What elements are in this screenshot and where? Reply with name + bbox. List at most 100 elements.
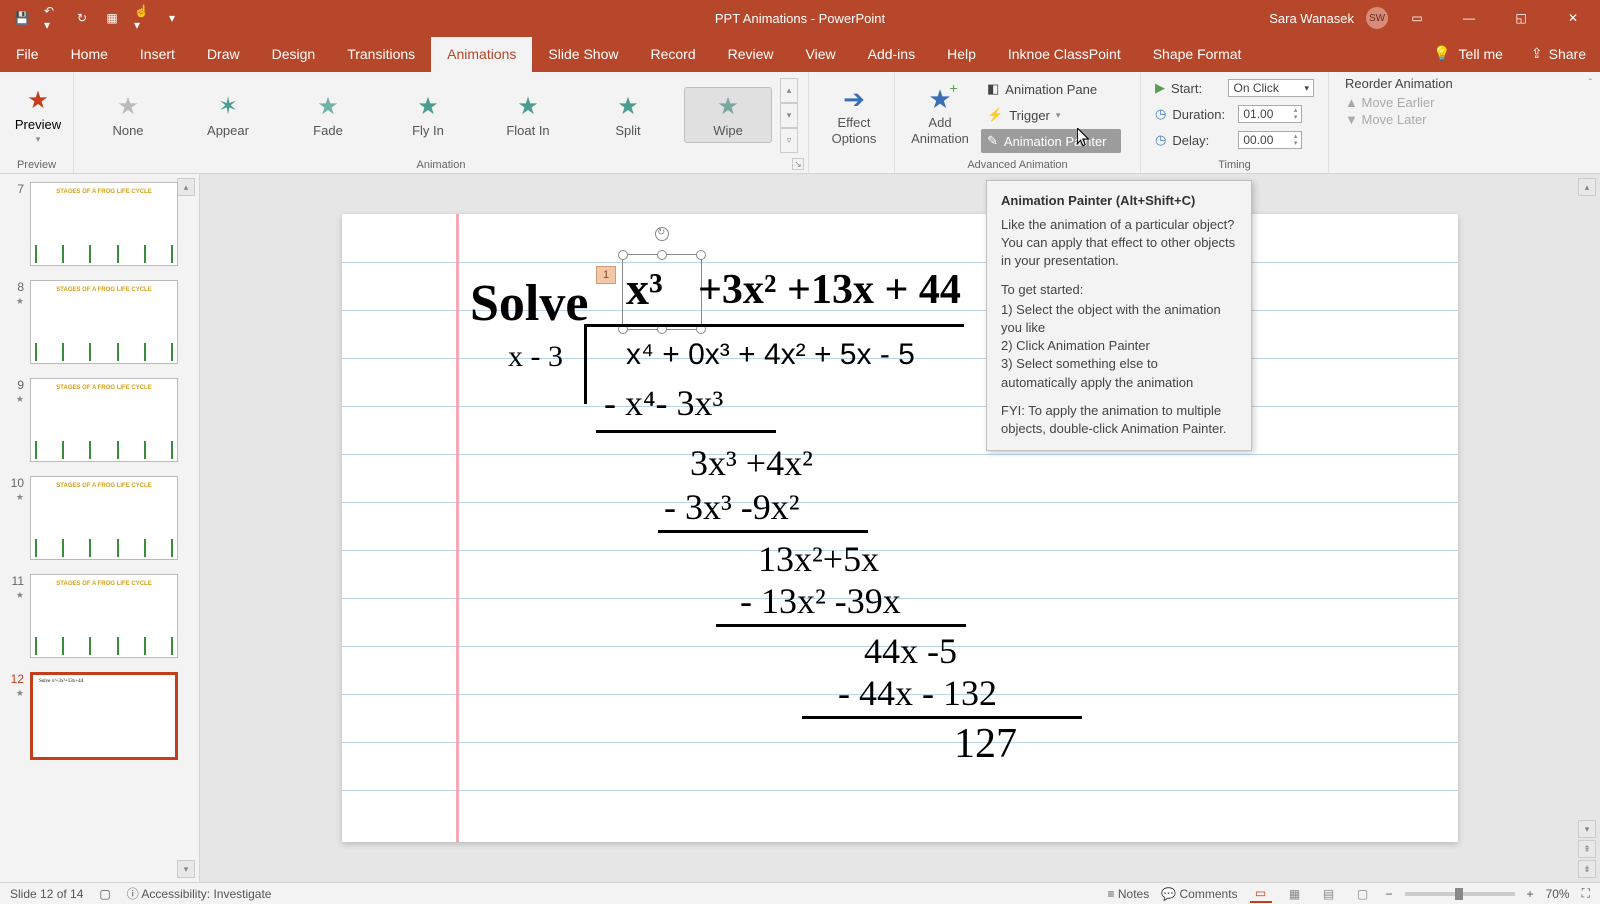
zoom-in-button[interactable]: + (1527, 887, 1534, 901)
share-icon: ⇪ (1531, 45, 1543, 62)
undo-icon[interactable]: ↶ ▾ (44, 10, 60, 26)
animation-pane-button[interactable]: ◧Animation Pane (981, 77, 1121, 101)
slide-canvas[interactable]: Solve 1 x³ +3x² +13x + 44 x - 3 x⁴ + 0x³… (342, 214, 1458, 842)
tab-file[interactable]: File (0, 37, 55, 72)
redo-icon[interactable]: ↻ (74, 10, 90, 26)
tab-addins[interactable]: Add-ins (852, 37, 931, 72)
tab-classpoint[interactable]: Inknoe ClassPoint (992, 37, 1137, 72)
trigger-button[interactable]: ⚡Trigger▾ (981, 103, 1121, 127)
thumb-10[interactable]: 10★ STAGES OF A FROG LIFE CYCLE (4, 476, 193, 560)
step1[interactable]: - x⁴- 3x³ (604, 382, 723, 424)
qat-customize-icon[interactable]: ▾ (164, 10, 180, 26)
step5[interactable]: - 13x² -39x (740, 580, 901, 622)
share-button[interactable]: ⇪Share (1517, 45, 1600, 72)
anim-flyin[interactable]: ★Fly In (384, 88, 472, 142)
anim-split[interactable]: ★Split (584, 88, 672, 142)
tab-view[interactable]: View (790, 37, 852, 72)
minimize-icon[interactable]: ― (1446, 0, 1492, 36)
tab-insert[interactable]: Insert (124, 37, 191, 72)
slide-editor[interactable]: Solve 1 x³ +3x² +13x + 44 x - 3 x⁴ + 0x³… (200, 174, 1600, 882)
thumb-8[interactable]: 8★ STAGES OF A FROG LIFE CYCLE (4, 280, 193, 364)
zoom-level[interactable]: 70% (1546, 887, 1570, 901)
editor-scroll-up[interactable]: ▴ (1578, 178, 1596, 196)
animation-painter-button[interactable]: ✎Animation Painter (981, 129, 1121, 153)
tab-design[interactable]: Design (256, 37, 332, 72)
ribbon-display-icon[interactable]: ▭ (1394, 0, 1440, 36)
present-icon[interactable]: ▦ (104, 10, 120, 26)
tab-review[interactable]: Review (712, 37, 790, 72)
tellme[interactable]: 💡Tell me (1419, 45, 1517, 72)
thumb-12[interactable]: 12★ Solve x³+3x²+13x+44 (4, 672, 193, 760)
comments-button[interactable]: 💬 Comments (1161, 887, 1237, 901)
restore-icon[interactable]: ◱ (1498, 0, 1544, 36)
rotate-handle[interactable] (655, 227, 669, 241)
gallery-more[interactable]: ▿ (780, 128, 798, 153)
star-icon: ★ (617, 92, 639, 121)
close-icon[interactable]: ✕ (1550, 0, 1596, 36)
tab-shapeformat[interactable]: Shape Format (1137, 37, 1258, 72)
thumb-7[interactable]: 7 STAGES OF A FROG LIFE CYCLE (4, 182, 193, 266)
anim-none[interactable]: ★None (84, 88, 172, 142)
thumb-9[interactable]: 9★ STAGES OF A FROG LIFE CYCLE (4, 378, 193, 462)
start-dropdown[interactable]: On Click▾ (1228, 79, 1314, 97)
touch-icon[interactable]: ☝ ▾ (134, 10, 150, 26)
step2[interactable]: 3x³ +4x² (690, 442, 813, 484)
preview-button[interactable]: ★ Preview ▾ (10, 76, 66, 154)
effect-options-button[interactable]: ➔ Effect Options (819, 76, 889, 154)
animation-group-label: Animation (74, 159, 808, 171)
editor-scroll-down[interactable]: ▾ (1578, 820, 1596, 838)
step4[interactable]: 13x²+5x (758, 538, 879, 580)
tab-slideshow[interactable]: Slide Show (532, 37, 634, 72)
tab-animations[interactable]: Animations (431, 37, 532, 72)
underline2 (658, 530, 868, 533)
advanced-group-label: Advanced Animation (895, 159, 1140, 171)
display-settings-icon[interactable]: ▢ (99, 887, 110, 901)
quotient-x3[interactable]: x³ (626, 262, 663, 315)
animation-tag[interactable]: 1 (596, 266, 616, 284)
zoom-out-button[interactable]: − (1386, 887, 1393, 901)
accessibility-button[interactable]: ⓘ Accessibility: Investigate (127, 885, 272, 902)
delay-input[interactable]: 00.00▴▾ (1238, 131, 1302, 149)
star-icon: ★ (317, 92, 339, 121)
slide-thumbnail-panel: ▴ 7 STAGES OF A FROG LIFE CYCLE 8★ STAGE… (0, 174, 200, 882)
tab-record[interactable]: Record (634, 37, 711, 72)
user-name[interactable]: Sara Wanasek (1269, 11, 1354, 26)
anim-label: None (112, 123, 143, 138)
gallery-down[interactable]: ▾ (780, 103, 798, 128)
anim-appear[interactable]: ✶Appear (184, 88, 272, 142)
tab-home[interactable]: Home (55, 37, 124, 72)
step3[interactable]: - 3x³ -9x² (664, 486, 800, 528)
avatar[interactable]: SW (1366, 7, 1388, 29)
divisor[interactable]: x - 3 (508, 340, 563, 374)
save-icon[interactable]: 💾 (14, 10, 30, 26)
scroll-up-button[interactable]: ▴ (177, 178, 195, 196)
tab-help[interactable]: Help (931, 37, 992, 72)
tab-draw[interactable]: Draw (191, 37, 256, 72)
collapse-ribbon-icon[interactable]: ˆ (1589, 78, 1592, 89)
dividend[interactable]: x⁴ + 0x³ + 4x² + 5x - 5 (626, 338, 915, 372)
gallery-up[interactable]: ▴ (780, 78, 798, 103)
editor-prev-slide[interactable]: ⇞ (1578, 840, 1596, 858)
anim-floatin[interactable]: ★Float In (484, 88, 572, 142)
tab-transitions[interactable]: Transitions (331, 37, 431, 72)
tooltip-body: Like the animation of a particular objec… (1001, 216, 1237, 271)
step6[interactable]: 44x -5 (864, 630, 957, 672)
zoom-slider[interactable] (1405, 892, 1515, 896)
scroll-down-button[interactable]: ▾ (177, 860, 195, 878)
fit-button[interactable]: ⛶ (1582, 886, 1590, 901)
add-animation-button[interactable]: ★+ Add Animation (905, 76, 975, 154)
anim-fade[interactable]: ★Fade (284, 88, 372, 142)
editor-next-slide[interactable]: ⇟ (1578, 860, 1596, 878)
remainder[interactable]: 127 (954, 720, 1017, 768)
start-label: Start: (1171, 81, 1222, 96)
star-icon: ✶ (218, 92, 238, 121)
solve-text[interactable]: Solve (470, 274, 588, 333)
quotient-rest[interactable]: +3x² +13x + 44 (698, 266, 961, 314)
anim-wipe[interactable]: ★Wipe (684, 87, 772, 143)
notes-button[interactable]: ≡ Notes (1108, 887, 1150, 901)
arrow-icon: ➔ (843, 84, 865, 115)
thumb-11[interactable]: 11★ STAGES OF A FROG LIFE CYCLE (4, 574, 193, 658)
duration-input[interactable]: 01.00▴▾ (1238, 105, 1302, 123)
step7[interactable]: - 44x - 132 (838, 672, 997, 714)
animation-launcher[interactable]: ↘ (792, 158, 804, 170)
